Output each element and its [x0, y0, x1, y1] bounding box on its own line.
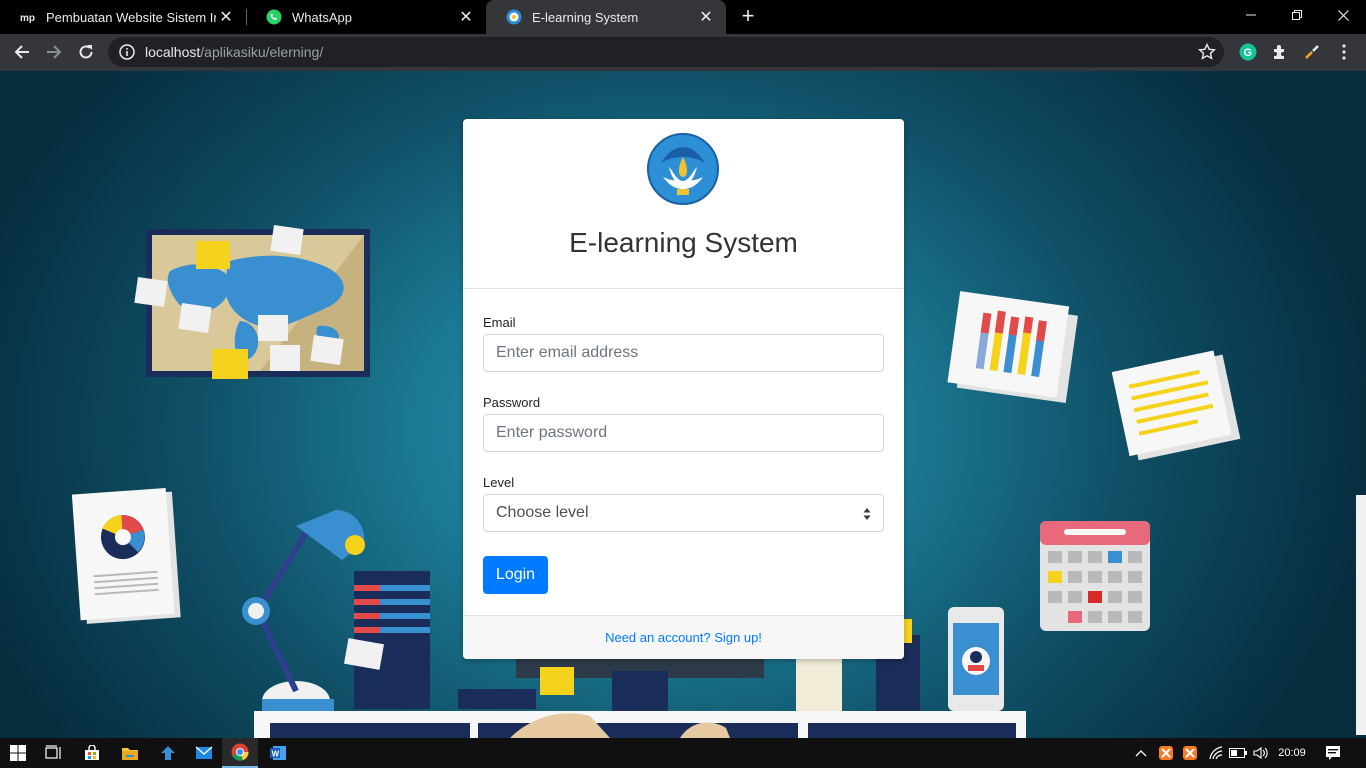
- page-viewport: E-learning System Email Enter email addr…: [0, 71, 1366, 738]
- close-window-button[interactable]: [1320, 0, 1366, 30]
- new-tab-button[interactable]: +: [736, 5, 760, 29]
- arrow-left-icon: [14, 45, 29, 59]
- calendar: [1040, 521, 1150, 631]
- start-windows-icon[interactable]: [0, 738, 36, 768]
- dropper-extension-icon[interactable]: [1302, 42, 1322, 62]
- tutwuri-handayani-logo: [647, 133, 719, 205]
- pinned-app-icon[interactable]: [150, 738, 186, 768]
- close-tab-icon[interactable]: ✕: [696, 7, 716, 27]
- svg-text:mp: mp: [20, 13, 35, 23]
- task-view-icon[interactable]: [36, 738, 72, 768]
- url-text: localhost/aplikasiku/elerning/: [145, 44, 324, 60]
- svg-text:G: G: [1244, 47, 1253, 59]
- email-label: Email: [483, 315, 516, 330]
- password-placeholder: Enter password: [496, 424, 608, 441]
- xampp-icon[interactable]: [1156, 738, 1176, 768]
- grammarly-icon[interactable]: G: [1238, 42, 1258, 62]
- phone: [948, 607, 1004, 711]
- mail-icon[interactable]: [186, 738, 222, 768]
- forward-button[interactable]: [40, 38, 68, 66]
- text-paper: [1111, 350, 1241, 461]
- minimize-button[interactable]: [1228, 0, 1274, 30]
- info-icon[interactable]: [119, 44, 135, 60]
- tab-title: Pembuatan Website Sistem Infor: [46, 9, 216, 25]
- notifications-icon[interactable]: [1320, 738, 1346, 768]
- address-bar[interactable]: localhost/aplikasiku/elerning/: [108, 37, 1224, 67]
- chrome-taskbar-icon[interactable]: [222, 738, 258, 768]
- tab-pembuatan-website[interactable]: mp Pembuatan Website Sistem Infor ✕: [0, 0, 246, 34]
- page-title: E-learning System: [569, 227, 798, 258]
- arrow-right-icon: [47, 45, 62, 59]
- card-header: E-learning System: [463, 119, 904, 289]
- volume-icon[interactable]: [1250, 738, 1272, 768]
- login-button[interactable]: Login: [483, 556, 548, 594]
- store-icon[interactable]: [74, 738, 110, 768]
- menu-kebab-icon[interactable]: [1334, 42, 1354, 62]
- password-label: Password: [483, 395, 541, 410]
- tab-title: E-learning System: [532, 9, 639, 25]
- tab-title: WhatsApp: [292, 9, 352, 25]
- world-map-board: [134, 225, 370, 379]
- tutwuri-icon: [506, 9, 522, 25]
- whatsapp-icon: [266, 9, 282, 25]
- browser-toolbar: localhost/aplikasiku/elerning/ G: [0, 34, 1366, 71]
- svg-text:W: W: [272, 750, 280, 759]
- file-explorer-icon[interactable]: [112, 738, 148, 768]
- word-icon[interactable]: W: [260, 738, 296, 768]
- pie-chart-paper: [71, 488, 181, 624]
- email-input[interactable]: Enter email address: [483, 334, 884, 372]
- bar-chart-paper: [947, 291, 1078, 403]
- chevron-up-icon[interactable]: [1132, 738, 1150, 768]
- tab-whatsapp[interactable]: WhatsApp ✕: [246, 0, 486, 34]
- card-footer: Need an account? Sign up!: [463, 615, 904, 659]
- pc-tower: [344, 571, 430, 709]
- level-select[interactable]: Choose level: [483, 494, 884, 532]
- clock-text[interactable]: 20:09: [1274, 738, 1310, 768]
- bookmark-star-icon[interactable]: [1198, 43, 1216, 61]
- restore-button[interactable]: [1274, 0, 1320, 30]
- level-label: Level: [483, 475, 515, 490]
- select-arrows-icon: [863, 508, 871, 520]
- close-tab-icon[interactable]: ✕: [216, 7, 236, 27]
- extensions-puzzle-icon[interactable]: [1270, 42, 1290, 62]
- reload-icon: [79, 45, 93, 59]
- right-edge-paper: [1356, 495, 1366, 735]
- close-tab-icon[interactable]: ✕: [456, 7, 476, 27]
- email-placeholder: Enter email address: [496, 344, 639, 361]
- password-input[interactable]: Enter password: [483, 414, 884, 452]
- battery-icon[interactable]: [1228, 738, 1248, 768]
- wifi-icon[interactable]: [1206, 738, 1226, 768]
- reload-button[interactable]: [72, 38, 100, 66]
- login-card: E-learning System Email Enter email addr…: [463, 119, 904, 659]
- signup-link[interactable]: Need an account? Sign up!: [605, 630, 762, 645]
- mp-icon: mp: [20, 9, 36, 25]
- back-button[interactable]: [8, 38, 36, 66]
- desk-lamp: [242, 510, 365, 721]
- windows-taskbar: W 20:09: [0, 738, 1366, 768]
- level-selected-value: Choose level: [496, 504, 589, 521]
- xampp-control-icon[interactable]: [1180, 738, 1200, 768]
- tab-elearning[interactable]: E-learning System ✕: [486, 0, 726, 34]
- browser-tab-strip: mp Pembuatan Website Sistem Infor ✕ What…: [0, 0, 1366, 34]
